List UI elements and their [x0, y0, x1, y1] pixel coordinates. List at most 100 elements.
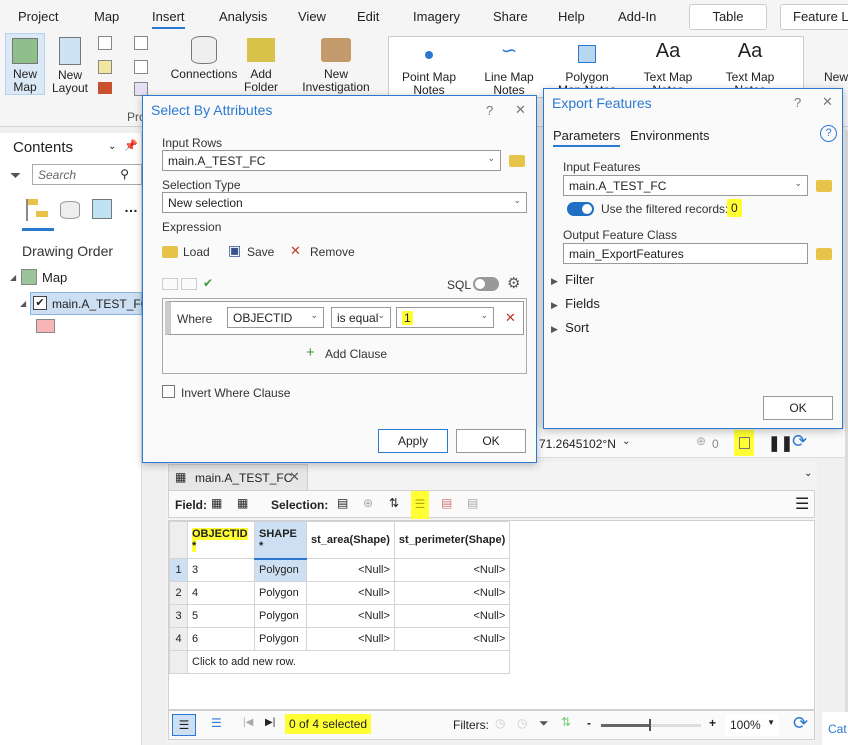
load-button[interactable]: Load — [183, 245, 210, 259]
tab-map[interactable]: Map — [94, 9, 119, 24]
zoom-out-button[interactable]: - — [587, 716, 591, 730]
new-map-button[interactable]: New Map — [5, 33, 45, 95]
small-insert-buttons[interactable] — [98, 36, 158, 96]
table-row[interactable]: 1 3 Polygon <Null> <Null> — [169, 558, 511, 582]
tab-table[interactable]: Table — [689, 4, 767, 30]
selection-type-select[interactable]: New selection ⌄ — [162, 192, 527, 213]
pause-icon[interactable]: ❚❚ — [768, 434, 793, 452]
switch-selection-icon[interactable]: ⇅ — [389, 496, 399, 510]
connections-button[interactable]: Connections — [168, 36, 240, 81]
more-icon[interactable]: … — [124, 199, 138, 215]
report-icon[interactable] — [98, 60, 112, 74]
map-item[interactable]: Map — [42, 270, 67, 285]
select-all-corner[interactable] — [169, 521, 188, 559]
toolbox-icon[interactable] — [98, 82, 112, 94]
contents-search-input[interactable]: Search ⚲ — [32, 164, 142, 185]
show-selected-records-button[interactable]: ☰ — [211, 716, 222, 730]
clear-selection-icon[interactable]: ☰ — [411, 491, 429, 519]
select-by-attributes-icon[interactable]: ▤ — [337, 496, 348, 510]
last-record-icon[interactable]: ▶| — [265, 717, 275, 728]
folder-icon[interactable] — [816, 180, 832, 192]
refresh-icon[interactable]: ⟳ — [793, 713, 808, 734]
add-clause-button[interactable]: Add Clause — [325, 347, 387, 361]
menu-icon[interactable]: ☰ — [795, 494, 809, 514]
task-icon[interactable] — [134, 82, 148, 96]
table-row[interactable]: 3 5 Polygon <Null> <Null> — [169, 604, 511, 628]
gallery-point-map-notes[interactable]: Point Map Notes — [397, 45, 461, 97]
range-filter-icon[interactable]: ◷ — [517, 716, 527, 730]
table-tab[interactable]: ▦ main.A_TEST_FC ✕ — [168, 464, 308, 490]
delete-selection-icon[interactable]: ▤ — [441, 496, 452, 510]
column-header-shape[interactable]: SHAPE * — [254, 521, 307, 560]
input-rows-select[interactable]: main.A_TEST_FC ⌄ — [162, 150, 501, 171]
remove-button[interactable]: Remove — [310, 245, 355, 259]
new-layout-button[interactable]: New Layout — [48, 33, 92, 95]
section-filter[interactable]: ▶ Filter — [551, 272, 594, 287]
filter-icon[interactable]: ⏷ — [10, 167, 21, 184]
time-filter-icon[interactable]: ◷ — [495, 716, 505, 730]
table-row[interactable]: 4 6 Polygon <Null> <Null> — [169, 627, 511, 651]
column-header-st-area[interactable]: st_area(Shape) — [306, 521, 395, 559]
first-record-icon[interactable]: |◀ — [243, 717, 253, 728]
ok-button[interactable]: OK — [763, 396, 833, 420]
close-icon[interactable]: ✕ — [822, 94, 833, 110]
output-feature-class-input[interactable]: main_ExportFeatures — [563, 243, 808, 264]
snapping-icon[interactable] — [92, 199, 112, 219]
invert-where-checkbox[interactable] — [162, 385, 175, 398]
chevron-down-icon[interactable]: ⌄ — [804, 468, 812, 479]
tab-imagery[interactable]: Imagery — [413, 9, 460, 24]
column-header-objectid[interactable]: OBJECTID * — [187, 521, 255, 559]
add-row[interactable]: Click to add new row. — [169, 650, 511, 674]
polygon-symbol-swatch[interactable] — [36, 319, 55, 333]
import-layout-icon[interactable] — [134, 60, 148, 74]
section-fields[interactable]: ▶ Fields — [551, 296, 600, 311]
calculate-field-icon[interactable]: ▦ — [237, 496, 248, 510]
tab-environments[interactable]: Environments — [630, 128, 709, 143]
tab-add-in[interactable]: Add-In — [618, 9, 656, 24]
input-features-select[interactable]: main.A_TEST_FC ⌄ — [563, 175, 808, 196]
sql-mode-icon[interactable] — [181, 278, 197, 290]
validate-check-icon[interactable]: ✔ — [203, 276, 213, 290]
layer-visibility-checkbox[interactable]: ✔ — [33, 296, 47, 310]
section-sort[interactable]: ▶ Sort — [551, 320, 589, 335]
chevron-down-icon[interactable]: ⌄ — [108, 141, 116, 152]
import-map-icon[interactable] — [98, 36, 112, 50]
layer-item[interactable]: ✔ main.A_TEST_FC — [30, 292, 149, 315]
save-button[interactable]: Save — [247, 245, 274, 259]
filter-icon[interactable]: ⏷ — [539, 716, 549, 731]
zoom-slider[interactable] — [601, 719, 701, 731]
sort-icon[interactable]: ⇅ — [561, 715, 571, 729]
new-investigation-button[interactable]: New Investigation — [296, 36, 376, 94]
table-row[interactable]: 2 4 Polygon <Null> <Null> — [169, 581, 511, 605]
new-chart-button[interactable]: New Ch — [824, 70, 848, 84]
expand-icon[interactable]: ◢ — [10, 273, 16, 282]
tab-project[interactable]: Project — [18, 9, 58, 24]
chevron-down-icon[interactable]: ⌄ — [622, 436, 630, 447]
tab-share[interactable]: Share — [493, 9, 528, 24]
tab-feature-layer[interactable]: Feature L — [780, 4, 848, 30]
sql-toggle[interactable] — [473, 277, 499, 291]
copy-selection-icon[interactable]: ▤ — [467, 496, 478, 510]
folder-icon[interactable] — [816, 248, 832, 260]
operator-select[interactable]: is equal ⌄ — [331, 307, 391, 328]
tab-parameters[interactable]: Parameters — [553, 128, 621, 147]
help-icon[interactable]: ? — [486, 103, 493, 118]
import-icon[interactable] — [134, 36, 148, 50]
tab-help[interactable]: Help — [558, 9, 585, 24]
column-header-st-perimeter[interactable]: st_perimeter(Shape) — [393, 521, 511, 559]
pin-icon[interactable]: 📌 — [124, 139, 138, 152]
close-icon[interactable]: ✕ — [515, 102, 526, 118]
zoom-in-button[interactable]: + — [709, 716, 716, 730]
delete-clause-icon[interactable]: ✕ — [505, 310, 516, 326]
help-icon[interactable]: ? — [820, 125, 837, 142]
expand-icon[interactable]: ◢ — [20, 299, 26, 308]
gallery-line-map-notes[interactable]: ∽ Line Map Notes — [477, 41, 541, 97]
tab-insert[interactable]: Insert — [152, 9, 185, 29]
tab-analysis[interactable]: Analysis — [219, 9, 267, 24]
zoom-to-selection-icon[interactable]: ⊕ — [363, 496, 373, 510]
tab-edit[interactable]: Edit — [357, 9, 379, 24]
folder-icon[interactable] — [509, 155, 525, 167]
filtered-records-toggle[interactable] — [567, 202, 594, 216]
help-icon[interactable]: ? — [794, 95, 801, 110]
select-by-attributes-highlight[interactable] — [734, 430, 754, 456]
